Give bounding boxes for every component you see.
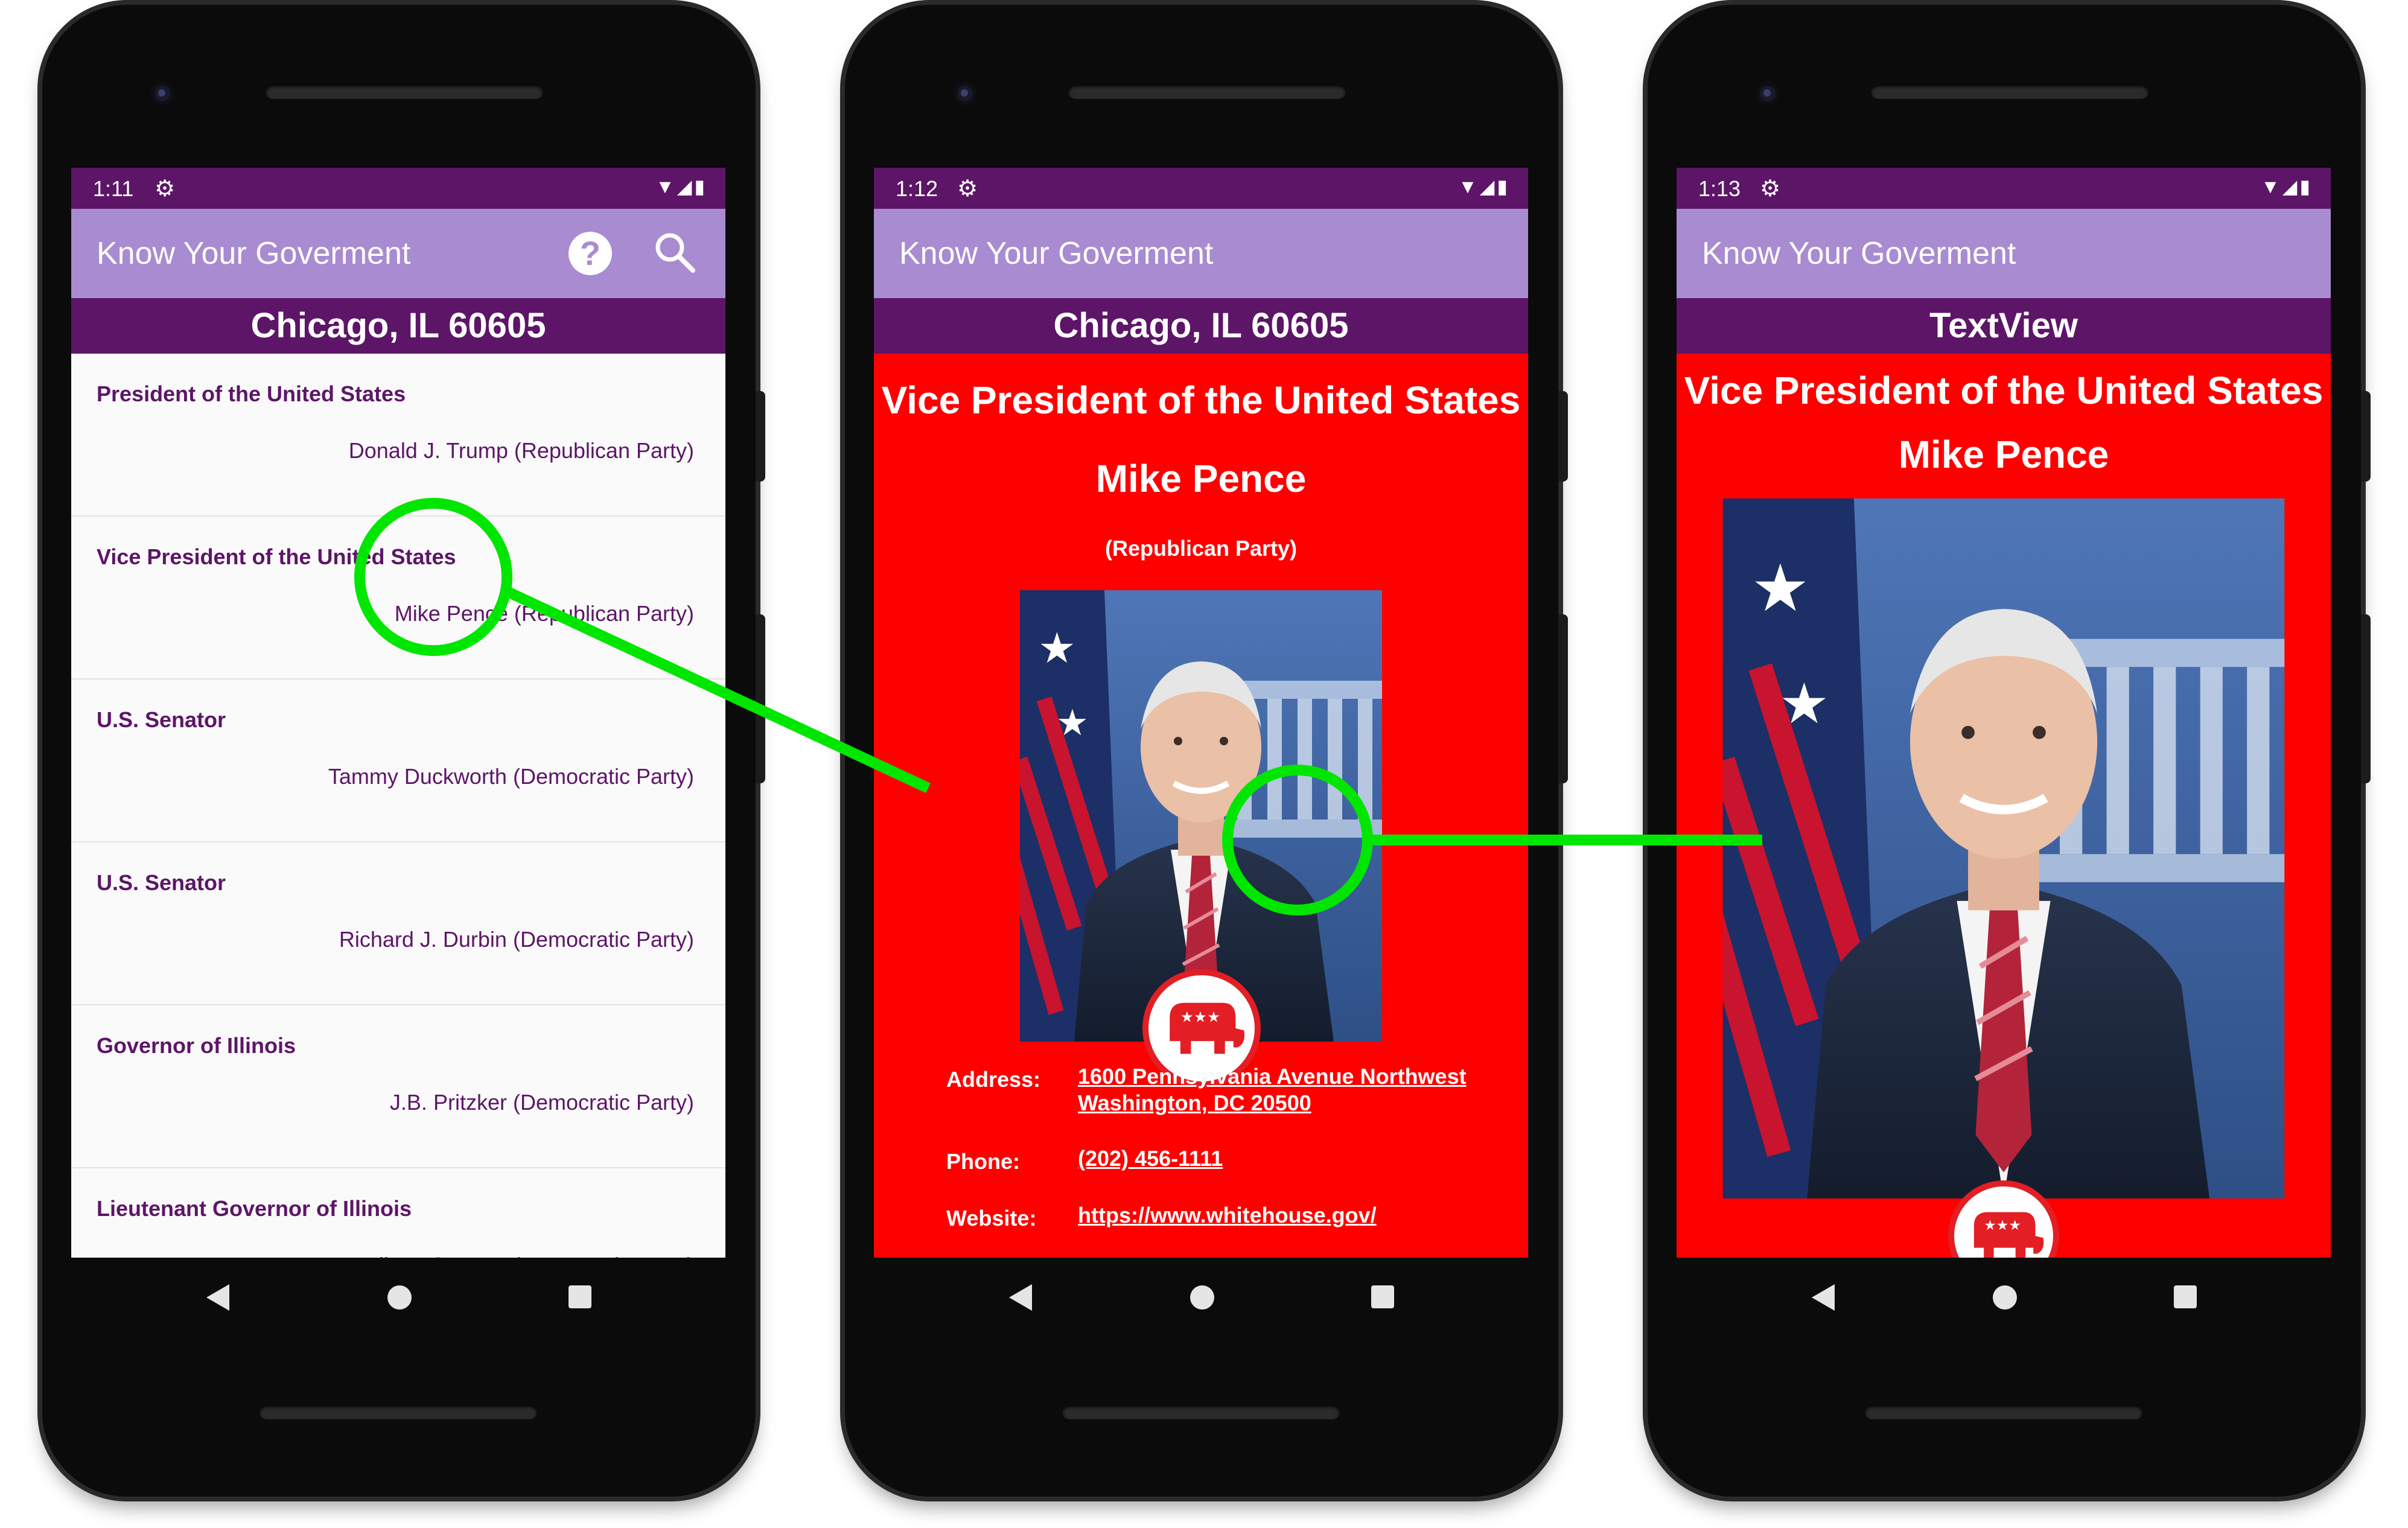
status-bar: 1:12 ⚙ ▼◢▮ bbox=[874, 168, 1528, 209]
location-header: Chicago, IL 60605 bbox=[71, 298, 725, 354]
bottom-speaker bbox=[1865, 1405, 2142, 1419]
phone-frame-photo-detail: 1:13 ⚙ ▼◢▮ Know Your Goverment TextView … bbox=[1648, 5, 2371, 1497]
office-title: Lieutenant Governor of Illinois bbox=[97, 1196, 412, 1221]
earpiece-speaker bbox=[1871, 84, 2148, 99]
office-title: U.S. Senator bbox=[97, 707, 226, 732]
back-icon[interactable] bbox=[1009, 1284, 1032, 1311]
office-title: President of the United States bbox=[97, 381, 406, 406]
official-name: Mike Pence bbox=[1898, 433, 2109, 476]
screen-official-list: 1:11 ⚙ ▼◢▮ Know Your Goverment ? Chicago… bbox=[71, 168, 725, 1258]
status-bar: 1:11 ⚙ ▼◢▮ bbox=[71, 168, 725, 209]
svg-text:★: ★ bbox=[1056, 702, 1089, 744]
gear-icon: ⚙ bbox=[957, 176, 978, 202]
bottom-speaker bbox=[1062, 1405, 1340, 1419]
recents-icon[interactable] bbox=[1371, 1285, 1394, 1308]
photo-detail-panel: Vice President of the United States Mike… bbox=[1677, 354, 2331, 1258]
screen-photo-detail: 1:13 ⚙ ▼◢▮ Know Your Goverment TextView … bbox=[1677, 168, 2331, 1258]
official-detail-panel: Vice President of the United States Mike… bbox=[874, 354, 1528, 1258]
website-label: Website: bbox=[946, 1206, 1037, 1230]
list-item[interactable]: Vice President of the United States Mike… bbox=[71, 517, 725, 680]
svg-text:★: ★ bbox=[1779, 671, 1829, 736]
earpiece-speaker bbox=[266, 84, 543, 99]
bottom-speaker bbox=[260, 1405, 537, 1419]
phone-frame-list: 1:11 ⚙ ▼◢▮ Know Your Goverment ? Chicago… bbox=[42, 5, 765, 1497]
official-party: (Republican Party) bbox=[1104, 536, 1298, 561]
list-item[interactable]: U.S. Senator Tammy Duckworth (Democratic… bbox=[71, 680, 725, 842]
navigation-bar bbox=[1648, 1258, 2361, 1378]
official-name: Juliana Stratton (Democratic Party) bbox=[356, 1253, 694, 1258]
front-camera bbox=[954, 82, 976, 105]
front-camera bbox=[151, 82, 174, 105]
navigation-bar bbox=[845, 1258, 1558, 1378]
signal-battery-icons: ▼◢▮ bbox=[655, 176, 707, 197]
official-name: Tammy Duckworth (Democratic Party) bbox=[328, 764, 694, 789]
recents-icon[interactable] bbox=[2174, 1285, 2197, 1308]
official-name: J.B. Pritzker (Democratic Party) bbox=[389, 1090, 694, 1115]
svg-text:★★★: ★★★ bbox=[1984, 1218, 2021, 1234]
website-link[interactable]: https://www.whitehouse.gov/ bbox=[1078, 1202, 1377, 1229]
signal-battery-icons: ▼◢▮ bbox=[1458, 176, 1510, 197]
address-label: Address: bbox=[946, 1067, 1041, 1092]
app-bar: Know Your Goverment bbox=[1677, 209, 2331, 298]
recents-icon[interactable] bbox=[569, 1285, 591, 1308]
status-time: 1:13 bbox=[1698, 176, 1741, 201]
svg-text:★★★: ★★★ bbox=[1180, 1008, 1220, 1025]
signal-battery-icons: ▼◢▮ bbox=[2261, 176, 2313, 197]
office-title: Vice President of the United States bbox=[97, 544, 456, 569]
phone-frame-official-detail: 1:12 ⚙ ▼◢▮ Know Your Goverment Chicago, … bbox=[845, 5, 1568, 1497]
app-title: Know Your Goverment bbox=[899, 236, 1214, 271]
status-time: 1:11 bbox=[93, 176, 134, 201]
app-bar: Know Your Goverment ? bbox=[71, 209, 725, 298]
phone-link[interactable]: (202) 456-1111 bbox=[1078, 1145, 1223, 1172]
app-bar: Know Your Goverment bbox=[874, 209, 1528, 298]
list-item[interactable]: President of the United States Donald J.… bbox=[71, 354, 725, 517]
list-item[interactable]: Governor of Illinois J.B. Pritzker (Demo… bbox=[71, 1005, 725, 1168]
app-title: Know Your Goverment bbox=[1702, 236, 2016, 271]
navigation-bar bbox=[42, 1258, 756, 1378]
official-name: Mike Pence (Republican Party) bbox=[394, 601, 694, 626]
address-line1-link[interactable]: 1600 Pennsylvania Avenue Northwest bbox=[1078, 1063, 1467, 1090]
home-icon[interactable] bbox=[1993, 1285, 2017, 1310]
office-title: Governor of Illinois bbox=[97, 1033, 296, 1058]
status-time: 1:12 bbox=[896, 176, 938, 201]
search-icon[interactable] bbox=[651, 228, 699, 276]
republican-party-logo: ★★★ bbox=[1948, 1180, 2059, 1258]
list-item[interactable]: U.S. Senator Richard J. Durbin (Democrat… bbox=[71, 842, 725, 1005]
location-header: Chicago, IL 60605 bbox=[874, 298, 1528, 354]
location-header: TextView bbox=[1677, 298, 2331, 354]
office-title: U.S. Senator bbox=[97, 870, 226, 895]
screen-official-detail: 1:12 ⚙ ▼◢▮ Know Your Goverment Chicago, … bbox=[874, 168, 1528, 1258]
gear-icon: ⚙ bbox=[1760, 176, 1781, 202]
home-icon[interactable] bbox=[387, 1285, 412, 1310]
back-icon[interactable] bbox=[206, 1284, 229, 1311]
official-photo-large: ★ ★ bbox=[1722, 498, 2285, 1199]
office-title: Vice President of the United States bbox=[881, 378, 1521, 422]
back-icon[interactable] bbox=[1812, 1284, 1835, 1311]
gear-icon: ⚙ bbox=[154, 176, 176, 202]
home-icon[interactable] bbox=[1190, 1285, 1214, 1310]
phone-label: Phone: bbox=[946, 1149, 1020, 1174]
official-name: Richard J. Durbin (Democratic Party) bbox=[339, 927, 694, 952]
official-list[interactable]: President of the United States Donald J.… bbox=[71, 354, 725, 1258]
front-camera bbox=[1756, 82, 1779, 105]
svg-text:★: ★ bbox=[1751, 550, 1809, 626]
list-item[interactable]: Lieutenant Governor of Illinois Juliana … bbox=[71, 1168, 725, 1258]
earpiece-speaker bbox=[1068, 84, 1346, 99]
office-title: Vice President of the United States bbox=[1684, 369, 2324, 412]
official-name: Donald J. Trump (Republican Party) bbox=[348, 438, 694, 463]
svg-text:★: ★ bbox=[1038, 623, 1076, 673]
app-title: Know Your Goverment bbox=[97, 236, 411, 271]
address-line2-link[interactable]: Washington, DC 20500 bbox=[1078, 1090, 1311, 1116]
status-bar: 1:13 ⚙ ▼◢▮ bbox=[1677, 168, 2331, 209]
help-icon[interactable]: ? bbox=[569, 232, 612, 275]
official-name: Mike Pence bbox=[1095, 457, 1307, 500]
